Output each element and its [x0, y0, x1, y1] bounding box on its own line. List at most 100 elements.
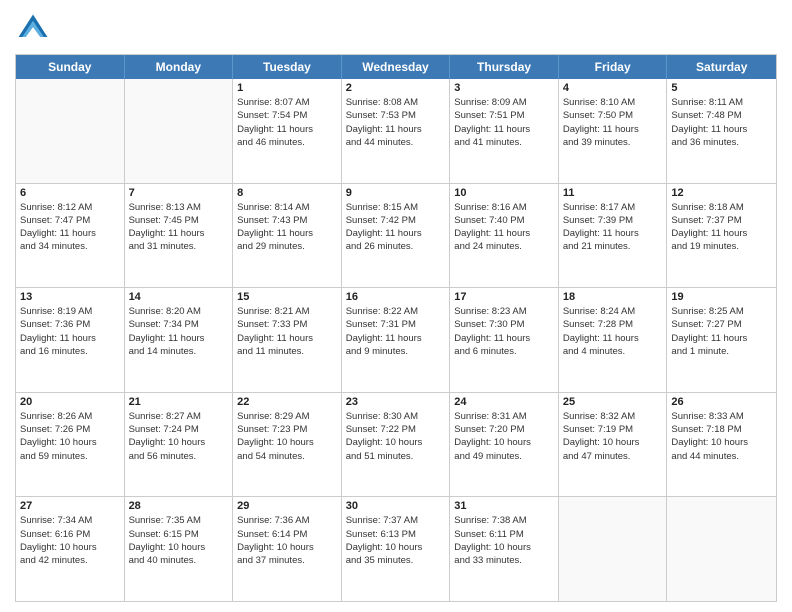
- day-cell-4: 4Sunrise: 8:10 AMSunset: 7:50 PMDaylight…: [559, 79, 668, 183]
- weekday-header-friday: Friday: [559, 55, 668, 79]
- day-cell-26: 26 Sunrise: 8:33 AMSunset: 7:18 PMDayligh…: [667, 393, 776, 497]
- day-number: 12: [671, 187, 772, 199]
- day-number: 3: [454, 82, 554, 94]
- cell-info: Sunrise: 8:14 AMSunset: 7:43 PMDaylight:…: [237, 201, 337, 254]
- cell-info: Sunrise: 8:26 AMSunset: 7:26 PMDaylight:…: [20, 410, 120, 463]
- day-number: 6: [20, 187, 120, 199]
- calendar-body: 1 Sunrise: 8:07 AMSunset: 7:54 PMDaylight…: [16, 79, 776, 601]
- cell-info: Sunrise: 8:29 AMSunset: 7:23 PMDaylight:…: [237, 410, 337, 463]
- calendar: SundayMondayTuesdayWednesdayThursdayFrid…: [15, 54, 777, 602]
- cell-info: Sunrise: 8:08 AMSunset: 7:53 PMDaylight:…: [346, 96, 446, 149]
- weekday-header-thursday: Thursday: [450, 55, 559, 79]
- day-number: 9: [346, 187, 446, 199]
- cell-info: Sunrise: 7:36 AMSunset: 6:14 PMDaylight:…: [237, 514, 337, 567]
- day-cell-14: 14 Sunrise: 8:20 AMSunset: 7:34 PMDayligh…: [125, 288, 234, 392]
- day-cell-17: 17 Sunrise: 8:23 AMSunset: 7:30 PMDayligh…: [450, 288, 559, 392]
- day-number: 14: [129, 291, 229, 303]
- day-number: 16: [346, 291, 446, 303]
- day-number: 28: [129, 500, 229, 512]
- cell-info: Sunrise: 7:35 AMSunset: 6:15 PMDaylight:…: [129, 514, 229, 567]
- day-cell-2: 2 Sunrise: 8:08 AMSunset: 7:53 PMDaylight…: [342, 79, 451, 183]
- cell-info: Sunrise: 8:24 AMSunset: 7:28 PMDaylight:…: [563, 305, 663, 358]
- day-number: 31: [454, 500, 554, 512]
- cell-info: Sunrise: 8:12 AMSunset: 7:47 PMDaylight:…: [20, 201, 120, 254]
- calendar-row-2: 13 Sunrise: 8:19 AMSunset: 7:36 PMDayligh…: [16, 288, 776, 393]
- calendar-row-3: 20 Sunrise: 8:26 AMSunset: 7:26 PMDayligh…: [16, 393, 776, 498]
- weekday-header-monday: Monday: [125, 55, 234, 79]
- day-cell-25: 25 Sunrise: 8:32 AMSunset: 7:19 PMDayligh…: [559, 393, 668, 497]
- cell-info: Sunrise: 8:15 AMSunset: 7:42 PMDaylight:…: [346, 201, 446, 254]
- cell-info: Sunrise: 8:11 AMSunset: 7:48 PMDaylight:…: [671, 96, 772, 149]
- calendar-row-0: 1 Sunrise: 8:07 AMSunset: 7:54 PMDaylight…: [16, 79, 776, 184]
- day-number: 20: [20, 396, 120, 408]
- calendar-row-1: 6 Sunrise: 8:12 AMSunset: 7:47 PMDaylight…: [16, 184, 776, 289]
- day-number: 19: [671, 291, 772, 303]
- day-cell-9: 9 Sunrise: 8:15 AMSunset: 7:42 PMDaylight…: [342, 184, 451, 288]
- day-number: 23: [346, 396, 446, 408]
- day-cell-21: 21Sunrise: 8:27 AMSunset: 7:24 PMDayligh…: [125, 393, 234, 497]
- day-number: 10: [454, 187, 554, 199]
- day-cell-28: 28 Sunrise: 7:35 AMSunset: 6:15 PMDayligh…: [125, 497, 234, 601]
- cell-info: Sunrise: 8:22 AMSunset: 7:31 PMDaylight:…: [346, 305, 446, 358]
- day-number: 18: [563, 291, 663, 303]
- day-number: 30: [346, 500, 446, 512]
- day-cell-15: 15Sunrise: 8:21 AMSunset: 7:33 PMDayligh…: [233, 288, 342, 392]
- day-number: 26: [671, 396, 772, 408]
- day-cell-5: 5 Sunrise: 8:11 AMSunset: 7:48 PMDaylight…: [667, 79, 776, 183]
- day-cell-13: 13 Sunrise: 8:19 AMSunset: 7:36 PMDayligh…: [16, 288, 125, 392]
- cell-info: Sunrise: 8:31 AMSunset: 7:20 PMDaylight:…: [454, 410, 554, 463]
- day-cell-20: 20 Sunrise: 8:26 AMSunset: 7:26 PMDayligh…: [16, 393, 125, 497]
- day-cell-7: 7 Sunrise: 8:13 AMSunset: 7:45 PMDaylight…: [125, 184, 234, 288]
- cell-info: Sunrise: 8:17 AMSunset: 7:39 PMDaylight:…: [563, 201, 663, 254]
- empty-cell: [16, 79, 125, 183]
- day-cell-31: 31Sunrise: 7:38 AMSunset: 6:11 PMDayligh…: [450, 497, 559, 601]
- empty-cell: [559, 497, 668, 601]
- day-cell-18: 18 Sunrise: 8:24 AMSunset: 7:28 PMDayligh…: [559, 288, 668, 392]
- day-cell-6: 6 Sunrise: 8:12 AMSunset: 7:47 PMDaylight…: [16, 184, 125, 288]
- weekday-header-wednesday: Wednesday: [342, 55, 451, 79]
- cell-info: Sunrise: 8:23 AMSunset: 7:30 PMDaylight:…: [454, 305, 554, 358]
- weekday-header-sunday: Sunday: [16, 55, 125, 79]
- day-number: 5: [671, 82, 772, 94]
- day-number: 17: [454, 291, 554, 303]
- cell-info: Sunrise: 7:37 AMSunset: 6:13 PMDaylight:…: [346, 514, 446, 567]
- logo-icon: [15, 10, 51, 46]
- day-number: 13: [20, 291, 120, 303]
- day-cell-3: 3 Sunrise: 8:09 AMSunset: 7:51 PMDaylight…: [450, 79, 559, 183]
- day-number: 21: [129, 396, 229, 408]
- calendar-row-4: 27Sunrise: 7:34 AMSunset: 6:16 PMDayligh…: [16, 497, 776, 601]
- cell-info: Sunrise: 8:19 AMSunset: 7:36 PMDaylight:…: [20, 305, 120, 358]
- day-number: 7: [129, 187, 229, 199]
- day-number: 25: [563, 396, 663, 408]
- day-cell-29: 29 Sunrise: 7:36 AMSunset: 6:14 PMDayligh…: [233, 497, 342, 601]
- day-cell-16: 16 Sunrise: 8:22 AMSunset: 7:31 PMDayligh…: [342, 288, 451, 392]
- day-number: 15: [237, 291, 337, 303]
- day-cell-10: 10Sunrise: 8:16 AMSunset: 7:40 PMDayligh…: [450, 184, 559, 288]
- day-number: 4: [563, 82, 663, 94]
- header: [15, 10, 777, 46]
- day-number: 2: [346, 82, 446, 94]
- weekday-header-saturday: Saturday: [667, 55, 776, 79]
- cell-info: Sunrise: 8:13 AMSunset: 7:45 PMDaylight:…: [129, 201, 229, 254]
- cell-info: Sunrise: 8:32 AMSunset: 7:19 PMDaylight:…: [563, 410, 663, 463]
- empty-cell: [125, 79, 234, 183]
- day-cell-12: 12 Sunrise: 8:18 AMSunset: 7:37 PMDayligh…: [667, 184, 776, 288]
- cell-info: Sunrise: 8:25 AMSunset: 7:27 PMDaylight:…: [671, 305, 772, 358]
- cell-info: Sunrise: 8:30 AMSunset: 7:22 PMDaylight:…: [346, 410, 446, 463]
- day-number: 22: [237, 396, 337, 408]
- day-cell-19: 19 Sunrise: 8:25 AMSunset: 7:27 PMDayligh…: [667, 288, 776, 392]
- day-cell-11: 11Sunrise: 8:17 AMSunset: 7:39 PMDayligh…: [559, 184, 668, 288]
- cell-info: Sunrise: 8:09 AMSunset: 7:51 PMDaylight:…: [454, 96, 554, 149]
- cell-info: Sunrise: 8:18 AMSunset: 7:37 PMDaylight:…: [671, 201, 772, 254]
- empty-cell: [667, 497, 776, 601]
- logo: [15, 10, 53, 46]
- cell-info: Sunrise: 8:20 AMSunset: 7:34 PMDaylight:…: [129, 305, 229, 358]
- day-cell-23: 23 Sunrise: 8:30 AMSunset: 7:22 PMDayligh…: [342, 393, 451, 497]
- cell-info: Sunrise: 8:07 AMSunset: 7:54 PMDaylight:…: [237, 96, 337, 149]
- day-cell-24: 24Sunrise: 8:31 AMSunset: 7:20 PMDayligh…: [450, 393, 559, 497]
- day-number: 8: [237, 187, 337, 199]
- day-number: 29: [237, 500, 337, 512]
- day-number: 1: [237, 82, 337, 94]
- day-cell-22: 22 Sunrise: 8:29 AMSunset: 7:23 PMDayligh…: [233, 393, 342, 497]
- cell-info: Sunrise: 8:33 AMSunset: 7:18 PMDaylight:…: [671, 410, 772, 463]
